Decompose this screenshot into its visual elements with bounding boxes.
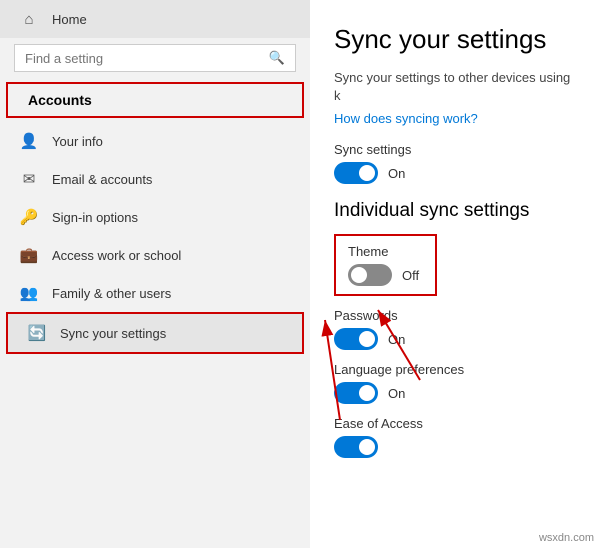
sidebar-item-label-email-accounts: Email & accounts [52,172,152,187]
language-toggle[interactable] [334,382,378,404]
language-label: Language preferences [334,362,576,377]
home-icon: ⌂ [20,10,38,28]
email-accounts-icon: ✉ [20,170,38,188]
sync-icon: 🔄 [28,324,46,342]
ease-setting-row: Ease of Access [334,416,576,458]
main-panel: Sync your settings Sync your settings to… [310,0,600,548]
your-info-icon: 👤 [20,132,38,150]
search-icon: 🔍 [269,50,285,66]
nav-list: 👤 Your info ✉ Email & accounts 🔑 Sign-in… [0,122,310,354]
search-input[interactable] [25,51,269,66]
accounts-header: Accounts [6,82,304,118]
sidebar-item-your-info[interactable]: 👤 Your info [0,122,310,160]
sidebar-item-label-sign-in: Sign-in options [52,210,138,225]
language-toggle-row: On [334,382,576,404]
theme-label: Theme [348,244,419,259]
sidebar-item-label-sync: Sync your settings [60,326,166,341]
individual-sync-title: Individual sync settings [334,200,576,222]
sidebar-item-sync[interactable]: 🔄 Sync your settings [6,312,304,354]
sidebar: ⌂ Home 🔍 Accounts 👤 Your info ✉ Email & … [0,0,310,548]
sync-settings-state: On [388,166,405,181]
sidebar-item-sign-in[interactable]: 🔑 Sign-in options [0,198,310,236]
ease-label: Ease of Access [334,416,576,431]
language-setting-row: Language preferences On [334,362,576,404]
ease-toggle-row [334,436,576,458]
theme-toggle[interactable] [348,264,392,286]
sidebar-item-label-your-info: Your info [52,134,103,149]
passwords-setting-row: Passwords On [334,308,576,350]
sync-settings-row: Sync settings On [334,142,576,184]
ease-toggle[interactable] [334,436,378,458]
sidebar-item-label-family: Family & other users [52,286,171,301]
passwords-toggle-row: On [334,328,576,350]
theme-toggle-row: Off [348,264,419,286]
passwords-thumb [359,331,375,347]
passwords-label: Passwords [334,308,576,323]
other-settings: Passwords On Language preferences On Eas… [334,308,576,458]
sidebar-item-label-work-school: Access work or school [52,248,181,263]
sidebar-item-family[interactable]: 👥 Family & other users [0,274,310,312]
passwords-toggle[interactable] [334,328,378,350]
sidebar-item-work-school[interactable]: 💼 Access work or school [0,236,310,274]
language-thumb [359,385,375,401]
how-link[interactable]: How does syncing work? [334,111,576,126]
passwords-state: On [388,332,405,347]
language-state: On [388,386,405,401]
search-box[interactable]: 🔍 [14,44,296,72]
sidebar-item-email-accounts[interactable]: ✉ Email & accounts [0,160,310,198]
theme-state: Off [402,268,419,283]
sync-settings-toggle-row: On [334,162,576,184]
work-school-icon: 💼 [20,246,38,264]
home-label: Home [52,12,87,27]
page-title: Sync your settings [334,24,576,55]
sync-description: Sync your settings to other devices usin… [334,69,576,105]
sync-settings-label: Sync settings [334,142,576,157]
theme-thumb [351,267,367,283]
theme-box: Theme Off [334,234,437,296]
sync-settings-thumb [359,165,375,181]
sign-in-icon: 🔑 [20,208,38,226]
watermark: wsxdn.com [539,532,594,544]
sidebar-item-home[interactable]: ⌂ Home [0,0,310,38]
ease-thumb [359,439,375,455]
sync-settings-toggle[interactable] [334,162,378,184]
family-icon: 👥 [20,284,38,302]
